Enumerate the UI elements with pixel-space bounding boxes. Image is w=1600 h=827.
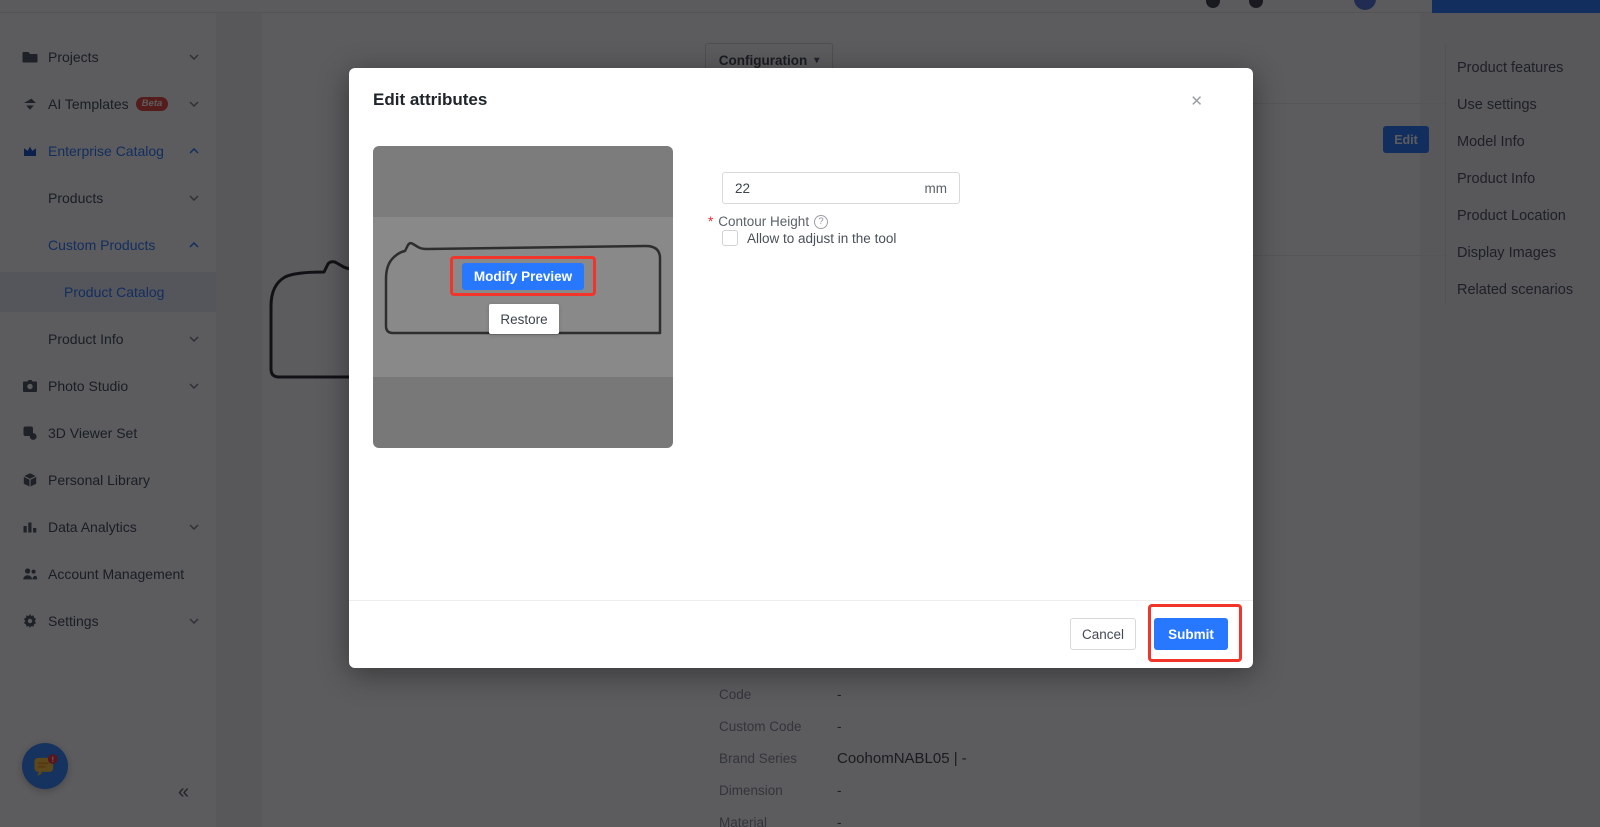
allow-adjust-label: Allow to adjust in the tool [747, 230, 897, 246]
field-label-text: Contour Height [718, 214, 810, 229]
restore-button[interactable]: Restore [489, 304, 559, 334]
modal-footer-divider [349, 600, 1253, 601]
unit-suffix: mm [924, 181, 948, 196]
allow-adjust-checkbox[interactable] [722, 230, 738, 246]
contour-profile-drawing [384, 241, 662, 335]
modify-preview-button[interactable]: Modify Preview [461, 262, 585, 290]
contour-height-label: * Contour Height ? [708, 214, 829, 229]
contour-preview [373, 146, 673, 448]
highlight-box-modify: Modify Preview [450, 256, 596, 296]
close-icon[interactable]: ✕ [1186, 90, 1207, 113]
modal-title: Edit attributes [373, 90, 488, 109]
app-root: Projects AI Templates Beta Enterprise Ca… [0, 0, 1600, 827]
highlight-box-submit [1148, 604, 1242, 662]
help-icon[interactable]: ? [814, 214, 829, 229]
cancel-button[interactable]: Cancel [1070, 618, 1136, 650]
required-asterisk: * [708, 214, 714, 229]
contour-height-field: mm [722, 172, 960, 204]
edit-attributes-modal: Edit attributes ✕ Modify Preview Restore… [349, 68, 1253, 668]
allow-adjust-row[interactable]: Allow to adjust in the tool [722, 230, 896, 246]
